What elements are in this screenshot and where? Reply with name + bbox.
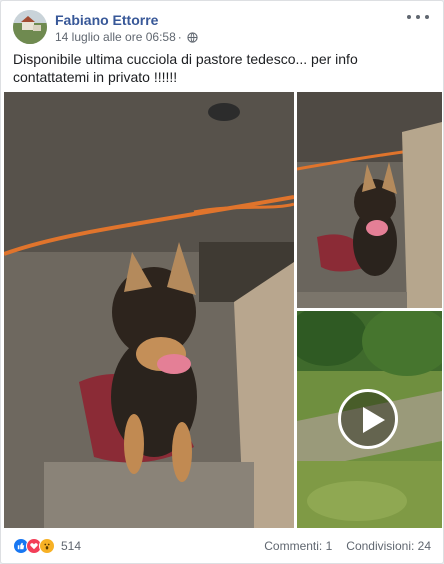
post-footer: 514 Commenti: 1 Condivisioni: 24 [13, 533, 431, 559]
video-thumbnail[interactable] [297, 311, 442, 528]
post-card: Fabiano Ettorre 14 luglio alle ore 06:58… [0, 0, 444, 564]
ellipsis-icon[interactable] [407, 10, 429, 24]
puppy-photo-right[interactable] [297, 92, 442, 308]
post-meta: 14 luglio alle ore 06:58 · [55, 30, 198, 44]
puppy-photo-main[interactable] [4, 92, 294, 528]
shares-count[interactable]: Condivisioni: 24 [346, 539, 431, 553]
author-name[interactable]: Fabiano Ettorre [55, 12, 158, 28]
reaction-count[interactable]: 514 [61, 539, 81, 553]
post-header: Fabiano Ettorre 14 luglio alle ore 06:58… [13, 10, 431, 44]
post-stats: Commenti: 1 Condivisioni: 24 [264, 539, 431, 553]
comments-count[interactable]: Commenti: 1 [264, 539, 332, 553]
play-icon[interactable] [338, 389, 398, 449]
post-text: Disponibile ultima cucciola di pastore t… [13, 51, 358, 85]
reactions-summary[interactable]: 514 [13, 538, 81, 554]
avatar[interactable] [13, 10, 47, 44]
timestamp[interactable]: 14 luglio alle ore 06:58 [55, 30, 176, 44]
wow-icon [39, 538, 55, 554]
globe-icon[interactable] [187, 31, 198, 43]
